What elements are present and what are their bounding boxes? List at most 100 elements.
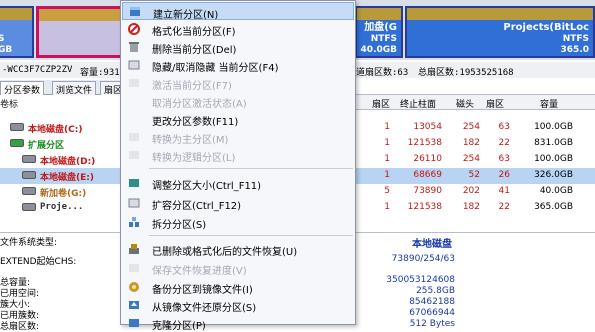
disk-icon bbox=[22, 187, 36, 195]
cell: 182 bbox=[462, 138, 480, 148]
tree-item-g[interactable]: 新加卷(G:) bbox=[0, 184, 128, 200]
menu-item-label: 从镜像文件还原分区(S) bbox=[152, 303, 257, 314]
menu-item-format[interactable]: 格式化当前分区(F) bbox=[122, 20, 354, 38]
col-header-capacity[interactable]: 容量 bbox=[540, 97, 558, 110]
col-header-end-cylinder[interactable]: 终止柱面 bbox=[400, 97, 436, 110]
activate-icon bbox=[129, 79, 139, 87]
menu-item-label: 拆分分区(S) bbox=[152, 220, 207, 231]
table-row[interactable]: 1 26110 254 63 100.0GB bbox=[352, 152, 595, 168]
partition-block-projects[interactable]: Projects(BitLoc NTFS 365.0 bbox=[405, 6, 595, 58]
disk-icon bbox=[22, 203, 36, 211]
menu-item-label: 扩容分区(Ctrl_F12) bbox=[152, 201, 242, 212]
tree-item-projects[interactable]: Proje... bbox=[0, 200, 128, 216]
partition-cap bbox=[357, 8, 401, 20]
convert-logical-icon bbox=[129, 151, 139, 159]
menu-item-expand[interactable]: 扩容分区(Ctrl_F12) bbox=[122, 194, 354, 212]
col-header-sector[interactable]: 扇区 bbox=[372, 97, 390, 110]
menu-item-recover-files[interactable]: 已删除或格式化后的文件恢复(U) bbox=[122, 240, 354, 258]
menu-item-new-partition[interactable]: 建立新分区(N) bbox=[122, 2, 354, 21]
tree-item-e-selected[interactable]: 本地磁盘(E:) bbox=[0, 168, 128, 184]
cell: 121538 bbox=[407, 202, 442, 212]
partition-projects-size: 365.0 bbox=[560, 45, 589, 55]
fs-type-value: 本地磁盘 bbox=[412, 239, 452, 250]
split-icon bbox=[129, 217, 139, 227]
detail-value: 255.8GB bbox=[416, 286, 455, 296]
cell: 52 bbox=[468, 170, 480, 180]
cell: 13054 bbox=[413, 122, 442, 132]
cell: 182 bbox=[462, 202, 480, 212]
col-header-head[interactable]: 磁头 bbox=[456, 97, 474, 110]
cell: 26110 bbox=[413, 154, 442, 164]
menu-item-label: 格式化当前分区(F) bbox=[152, 27, 236, 38]
resize-icon bbox=[129, 179, 139, 187]
delete-icon bbox=[129, 42, 139, 52]
detail-key: 总扇区数: bbox=[0, 322, 40, 332]
menu-item-convert-primary[interactable]: 转换为主分区(M) bbox=[122, 128, 354, 146]
tree-item-d[interactable]: 本地磁盘(D:) bbox=[0, 152, 128, 168]
tab-partition-params[interactable]: 分区参数 bbox=[0, 81, 45, 96]
menu-item-label: 已删除或格式化后的文件恢复(U) bbox=[152, 247, 298, 258]
menu-item-label: 删除当前分区(Del) bbox=[152, 45, 237, 56]
partition-tree-panel: 分区参数 浏览文件 扇区 卷标 本地磁盘(C:) 扩展分区 本地磁盘(D:) 本… bbox=[0, 80, 128, 230]
table-header: 扇区 终止柱面 磁头 扇区 容量 bbox=[352, 94, 595, 110]
menu-item-convert-logical[interactable]: 转换为逻辑分区(L) bbox=[122, 146, 354, 164]
partition-block-g[interactable]: 加盘(G NTFS 40.0GB bbox=[355, 6, 403, 58]
menu-item-deactivate[interactable]: 取消分区激活状态(A) bbox=[122, 92, 354, 110]
cell: 68669 bbox=[413, 170, 442, 180]
menu-item-restore-image[interactable]: 从镜像文件还原分区(S) bbox=[122, 296, 354, 314]
menu-item-save-progress[interactable]: 保存文件恢复进度(V) bbox=[122, 259, 354, 277]
menu-item-delete[interactable]: 删除当前分区(Del) bbox=[122, 38, 354, 56]
cell: 1 bbox=[384, 122, 390, 132]
menu-item-split[interactable]: 拆分分区(S) bbox=[122, 213, 354, 231]
menu-item-clone[interactable]: 克隆分区(P) bbox=[122, 314, 354, 332]
col-header-sector-2[interactable]: 扇区 bbox=[486, 97, 504, 110]
detail-value: 350053124608 bbox=[386, 275, 455, 285]
menu-item-change-params[interactable]: 更改分区参数(F11) bbox=[122, 110, 354, 128]
cell: 326.0GB bbox=[534, 170, 573, 180]
cell: 254 bbox=[462, 122, 480, 132]
total-sectors: 总扇区数:1953525168 bbox=[418, 68, 514, 78]
table-row-selected[interactable]: 1 68669 52 26 326.0GB bbox=[352, 168, 595, 184]
menu-item-activate[interactable]: 激活当前分区(F7) bbox=[122, 74, 354, 92]
cell: 121538 bbox=[407, 138, 442, 148]
cell: 100.0GB bbox=[534, 154, 573, 164]
cell: 1 bbox=[384, 138, 390, 148]
table-row[interactable]: 5 73890 202 41 40.0GB bbox=[352, 184, 595, 200]
partition-context-menu: 建立新分区(N) 格式化当前分区(F) 删除当前分区(Del) 隐藏/取消隐藏 … bbox=[120, 0, 356, 332]
tree-item-c[interactable]: 本地磁盘(C:) bbox=[0, 120, 128, 136]
cell: 22 bbox=[498, 202, 510, 212]
table-row[interactable]: 1 121538 182 22 365.0GB bbox=[352, 200, 595, 216]
tree-header-volume-label: 卷标 bbox=[0, 100, 19, 110]
detail-key: 文件系统类型: bbox=[0, 238, 58, 248]
cell: 202 bbox=[462, 186, 480, 196]
detail-value: 73890/254/63 bbox=[391, 254, 455, 264]
tree-item-label: 本地磁盘(D:) bbox=[40, 157, 96, 167]
menu-item-resize[interactable]: 调整分区大小(Ctrl_F11) bbox=[122, 174, 354, 192]
cell: 40.0GB bbox=[539, 186, 573, 196]
extended-partition-icon bbox=[10, 139, 24, 147]
menu-item-hide[interactable]: 隐藏/取消隐藏 当前分区(F4) bbox=[122, 56, 354, 74]
tab-browse-files[interactable]: 浏览文件 bbox=[52, 81, 97, 96]
table-row[interactable]: 1 121538 182 22 831.0GB bbox=[352, 136, 595, 152]
disk-icon bbox=[22, 155, 36, 163]
table-row[interactable]: 1 13054 254 63 100.0GB bbox=[352, 120, 595, 136]
detail-value: 512 Bytes bbox=[409, 319, 455, 329]
panel-tabs: 分区参数 浏览文件 扇区 bbox=[0, 80, 128, 96]
cell: 1 bbox=[384, 154, 390, 164]
tree-item-label: Proje... bbox=[40, 202, 84, 212]
disk-icon bbox=[22, 171, 36, 179]
partition-block-c[interactable]: S GB bbox=[0, 6, 34, 58]
cell: 22 bbox=[498, 138, 510, 148]
partition-projects-fs: NTFS bbox=[562, 34, 589, 44]
cell: 5 bbox=[384, 186, 390, 196]
menu-item-label: 转换为逻辑分区(L) bbox=[152, 153, 236, 164]
cell: 63 bbox=[498, 154, 510, 164]
partition-block-extended[interactable] bbox=[36, 6, 124, 58]
tree-item-label: 扩展分区 bbox=[28, 141, 65, 151]
menu-item-label: 备份分区到镜像文件(I) bbox=[152, 285, 253, 296]
cell: 831.0GB bbox=[534, 138, 573, 148]
tree-item-extended[interactable]: 扩展分区 bbox=[0, 136, 128, 152]
menu-separator bbox=[149, 235, 353, 236]
menu-item-backup-image[interactable]: 备份分区到镜像文件(I) bbox=[122, 278, 354, 296]
partition-cap bbox=[407, 8, 593, 20]
